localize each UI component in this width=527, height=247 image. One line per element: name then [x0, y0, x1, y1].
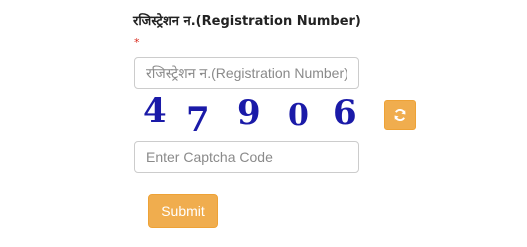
captcha-image: 4 7 9 0 6	[143, 91, 357, 138]
registration-number-label: रजिस्ट्रेशन न.(Registration Number)	[133, 14, 361, 29]
refresh-icon	[394, 108, 406, 122]
captcha-refresh-button[interactable]	[384, 100, 416, 130]
captcha-digit-2: 7	[186, 100, 210, 138]
submit-button[interactable]: Submit	[148, 194, 218, 228]
registration-number-input[interactable]	[134, 57, 359, 89]
captcha-digit-1: 4	[143, 91, 167, 131]
captcha-code-input[interactable]	[134, 141, 359, 173]
registration-form: रजिस्ट्रेशन न.(Registration Number) * 4 …	[0, 0, 527, 247]
captcha-digit-3: 9	[237, 93, 261, 133]
captcha-digit-4: 0	[288, 98, 309, 133]
captcha-digit-5: 6	[333, 93, 357, 133]
required-marker: *	[134, 36, 140, 49]
